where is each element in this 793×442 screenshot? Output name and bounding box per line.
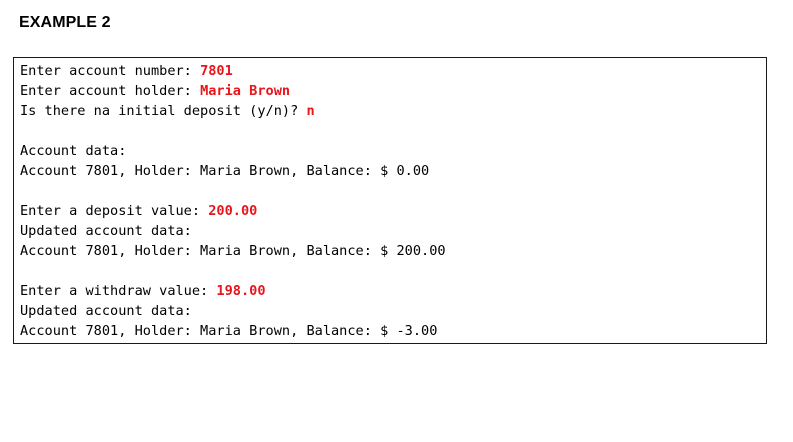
input-account-holder: Maria Brown xyxy=(200,83,291,99)
console-line-account-number: Enter account number: 7801 xyxy=(20,61,766,81)
account-summary-line: Account 7801, Holder: Maria Brown, Balan… xyxy=(20,243,446,259)
updated-account-data-label: Updated account data: xyxy=(20,303,192,319)
prompt-account-holder: Enter account holder: xyxy=(20,83,201,99)
example-heading: EXAMPLE 2 xyxy=(19,14,111,31)
account-summary-line: Account 7801, Holder: Maria Brown, Balan… xyxy=(20,163,430,179)
console-output-box: Enter account number: 7801 Enter account… xyxy=(13,57,767,344)
console-line-withdraw: Enter a withdraw value: 198.00 xyxy=(20,281,766,301)
input-account-number: 7801 xyxy=(200,63,233,79)
account-summary-line: Account 7801, Holder: Maria Brown, Balan… xyxy=(20,323,438,339)
input-deposit: 200.00 xyxy=(208,203,258,219)
prompt-account-number: Enter account number: xyxy=(20,63,201,79)
input-withdraw: 198.00 xyxy=(216,283,266,299)
input-initial-deposit: n xyxy=(306,103,315,119)
console-line-account-holder: Enter account holder: Maria Brown xyxy=(20,81,766,101)
prompt-deposit: Enter a deposit value: xyxy=(20,203,209,219)
console-line-deposit: Enter a deposit value: 200.00 xyxy=(20,201,766,221)
updated-account-data-label: Updated account data: xyxy=(20,223,192,239)
console-line-initial-deposit: Is there na initial deposit (y/n)? n xyxy=(20,101,766,121)
prompt-withdraw: Enter a withdraw value: xyxy=(20,283,217,299)
prompt-initial-deposit: Is there na initial deposit (y/n)? xyxy=(20,103,307,119)
account-data-label: Account data: xyxy=(20,143,127,159)
